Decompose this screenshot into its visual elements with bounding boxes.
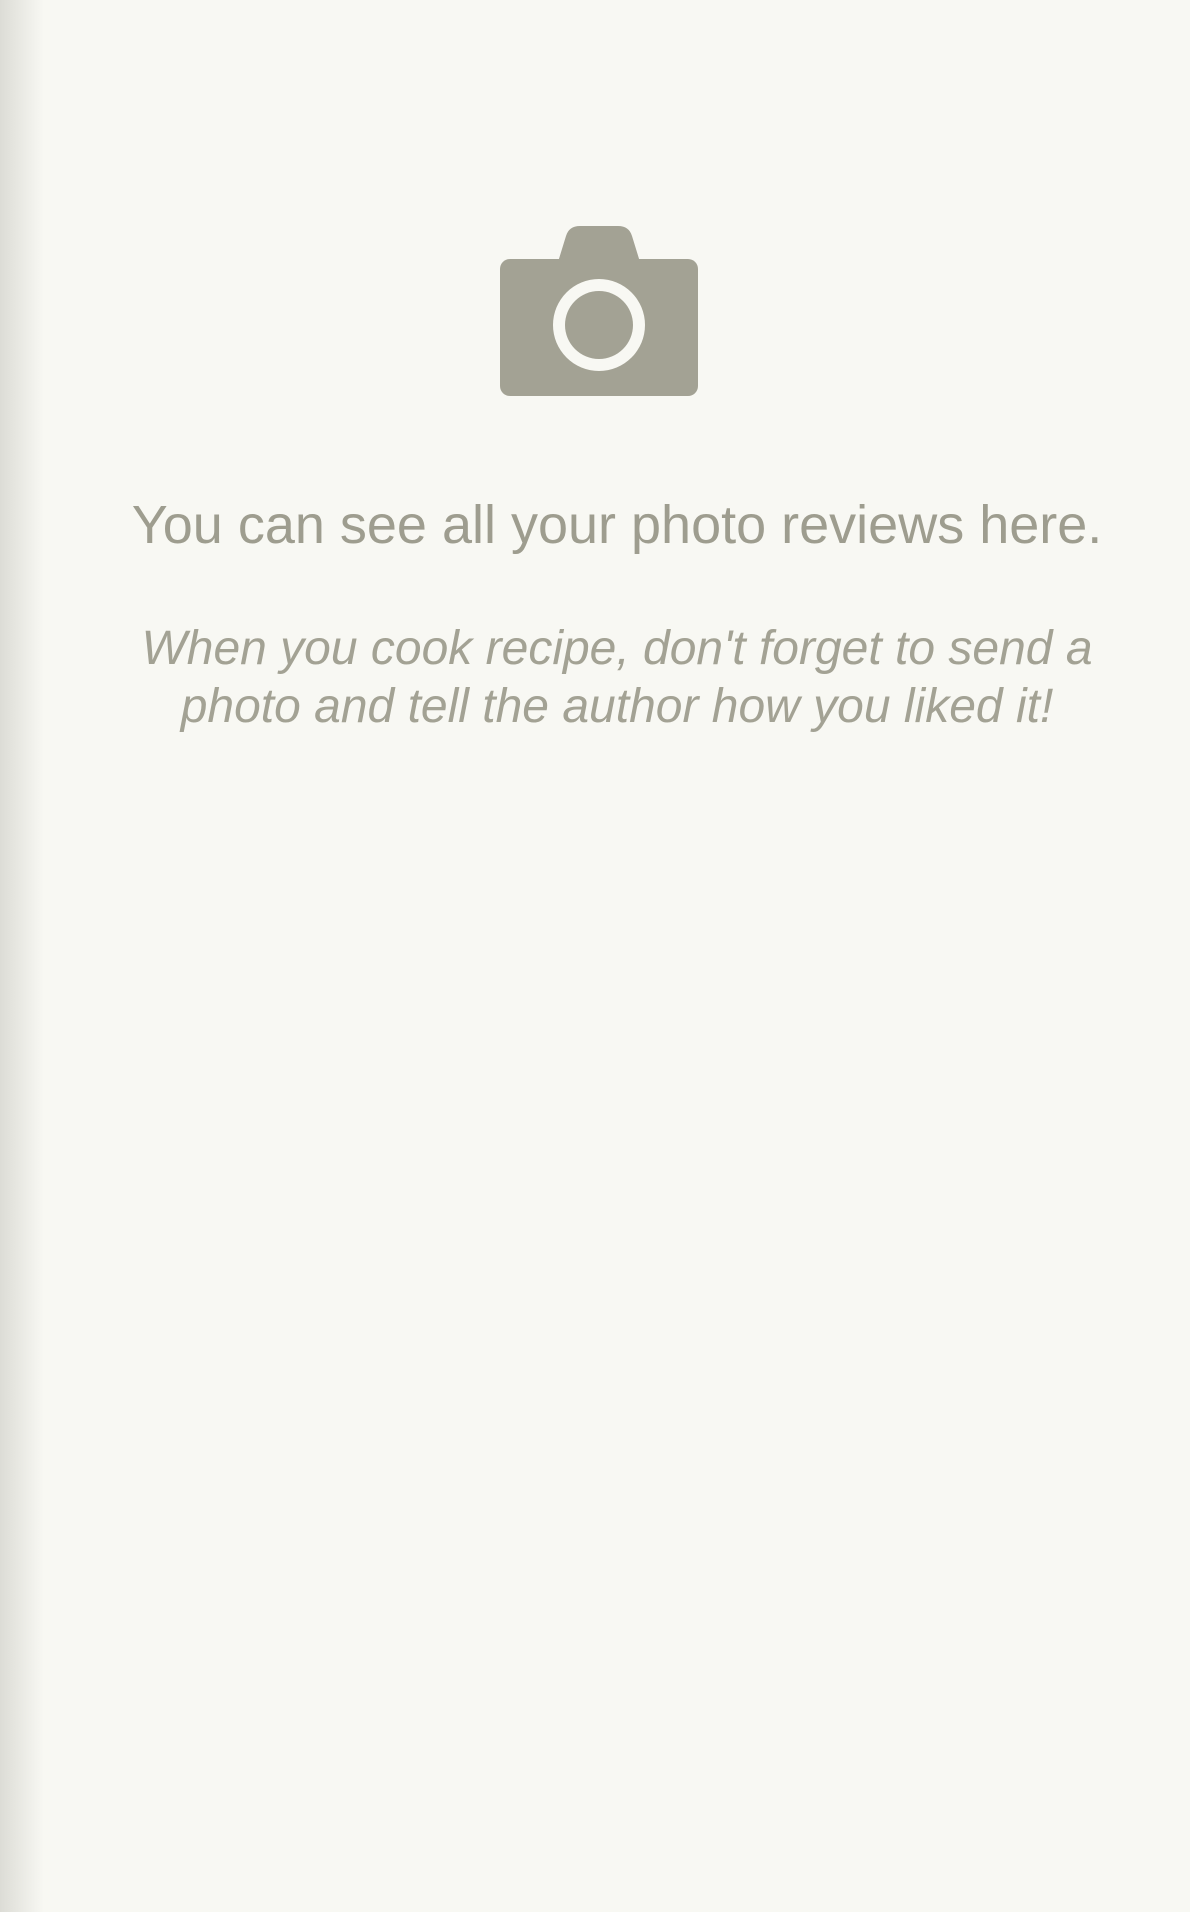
photo-reviews-empty-state: You can see all your photo reviews here.… xyxy=(44,0,1190,1912)
empty-state-subtitle: When you cook recipe, don't forget to se… xyxy=(141,622,1093,733)
left-edge-shadow xyxy=(0,0,44,1912)
camera-icon xyxy=(500,226,698,396)
empty-state-title: You can see all your photo reviews here. xyxy=(131,495,1103,555)
